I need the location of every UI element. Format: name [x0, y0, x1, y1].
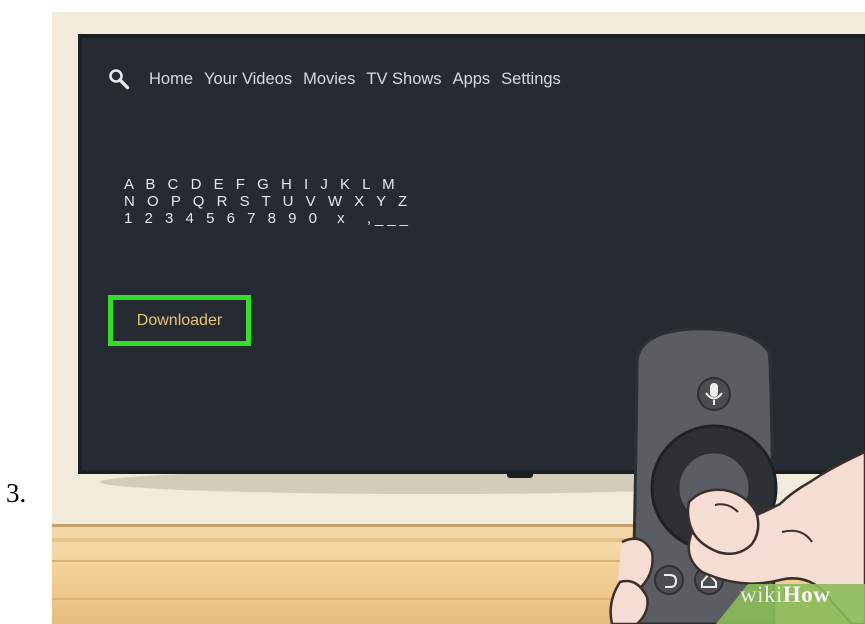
keyboard-key[interactable]: G — [257, 176, 273, 193]
tv-stand — [507, 472, 533, 478]
keyboard-key[interactable]: V — [306, 193, 320, 210]
on-screen-keyboard: A B C D E F G H I J K L MN O P Q R S T U… — [124, 176, 412, 227]
search-result-downloader[interactable]: Downloader — [137, 312, 222, 330]
keyboard-key[interactable]: Y — [376, 193, 390, 210]
keyboard-key[interactable]: N — [124, 193, 139, 210]
keyboard-key[interactable]: D — [191, 176, 206, 193]
keyboard-key[interactable]: Z — [398, 193, 411, 210]
keyboard-key[interactable]: 7 — [247, 210, 259, 227]
keyboard-key[interactable]: 1 — [124, 210, 136, 227]
tv-screen: Home Your Videos Movies TV Shows Apps Se… — [78, 34, 865, 474]
keyboard-key[interactable]: P — [171, 193, 185, 210]
watermark-part2: How — [782, 582, 831, 607]
table-top — [52, 524, 865, 624]
keyboard-key[interactable]: 0 — [309, 210, 321, 227]
wood-grain-line — [52, 560, 865, 562]
keyboard-key[interactable]: E — [214, 176, 228, 193]
keyboard-row: N O P Q R S T U V W X Y Z — [124, 193, 412, 210]
nav-item-home[interactable]: Home — [149, 70, 193, 89]
keyboard-key[interactable]: S — [240, 193, 254, 210]
nav-item-apps[interactable]: Apps — [453, 70, 491, 89]
wikihow-watermark: wikiHow — [740, 582, 830, 608]
illustration: 3. Home Your Videos Movies TV Shows Apps… — [0, 0, 865, 624]
keyboard-key[interactable]: 6 — [227, 210, 239, 227]
nav-item-tv-shows[interactable]: TV Shows — [366, 70, 441, 89]
keyboard-key[interactable]: I — [304, 176, 312, 193]
keyboard-key[interactable]: ,___ — [367, 210, 412, 227]
search-result-highlight[interactable]: Downloader — [108, 295, 251, 346]
nav-item-movies[interactable]: Movies — [303, 70, 355, 89]
keyboard-key[interactable]: T — [262, 193, 275, 210]
keyboard-key[interactable]: X — [354, 193, 368, 210]
room-background: Home Your Videos Movies TV Shows Apps Se… — [52, 12, 865, 624]
nav-item-settings[interactable]: Settings — [501, 70, 561, 89]
nav-item-your-videos[interactable]: Your Videos — [204, 70, 292, 89]
keyboard-key[interactable]: J — [320, 176, 332, 193]
keyboard-key[interactable]: 5 — [206, 210, 218, 227]
table-edge — [52, 524, 865, 527]
keyboard-key[interactable]: H — [281, 176, 296, 193]
keyboard-key[interactable]: F — [236, 176, 249, 193]
keyboard-key[interactable]: R — [217, 193, 232, 210]
top-nav: Home Your Videos Movies TV Shows Apps Se… — [108, 64, 561, 94]
keyboard-key[interactable]: K — [340, 176, 354, 193]
keyboard-key[interactable]: 8 — [268, 210, 280, 227]
watermark-part1: wiki — [740, 582, 783, 607]
keyboard-row: A B C D E F G H I J K L M — [124, 176, 412, 193]
keyboard-key[interactable]: Q — [193, 193, 209, 210]
keyboard-key[interactable]: U — [283, 193, 298, 210]
keyboard-key[interactable]: C — [168, 176, 183, 193]
keyboard-key[interactable]: L — [362, 176, 374, 193]
keyboard-key[interactable]: x — [337, 210, 349, 227]
keyboard-key[interactable]: B — [145, 176, 159, 193]
keyboard-key[interactable]: 3 — [165, 210, 177, 227]
keyboard-key[interactable]: W — [328, 193, 346, 210]
keyboard-key[interactable]: O — [147, 193, 163, 210]
keyboard-key[interactable]: A — [124, 176, 137, 193]
step-number: 3. — [6, 478, 27, 508]
keyboard-key[interactable]: 4 — [186, 210, 198, 227]
keyboard-key[interactable]: 9 — [288, 210, 300, 227]
search-icon[interactable] — [108, 68, 130, 90]
keyboard-key[interactable]: M — [382, 176, 399, 193]
keyboard-key[interactable]: 2 — [145, 210, 157, 227]
keyboard-row: 1 2 3 4 5 6 7 8 9 0 x ,___ — [124, 210, 412, 227]
